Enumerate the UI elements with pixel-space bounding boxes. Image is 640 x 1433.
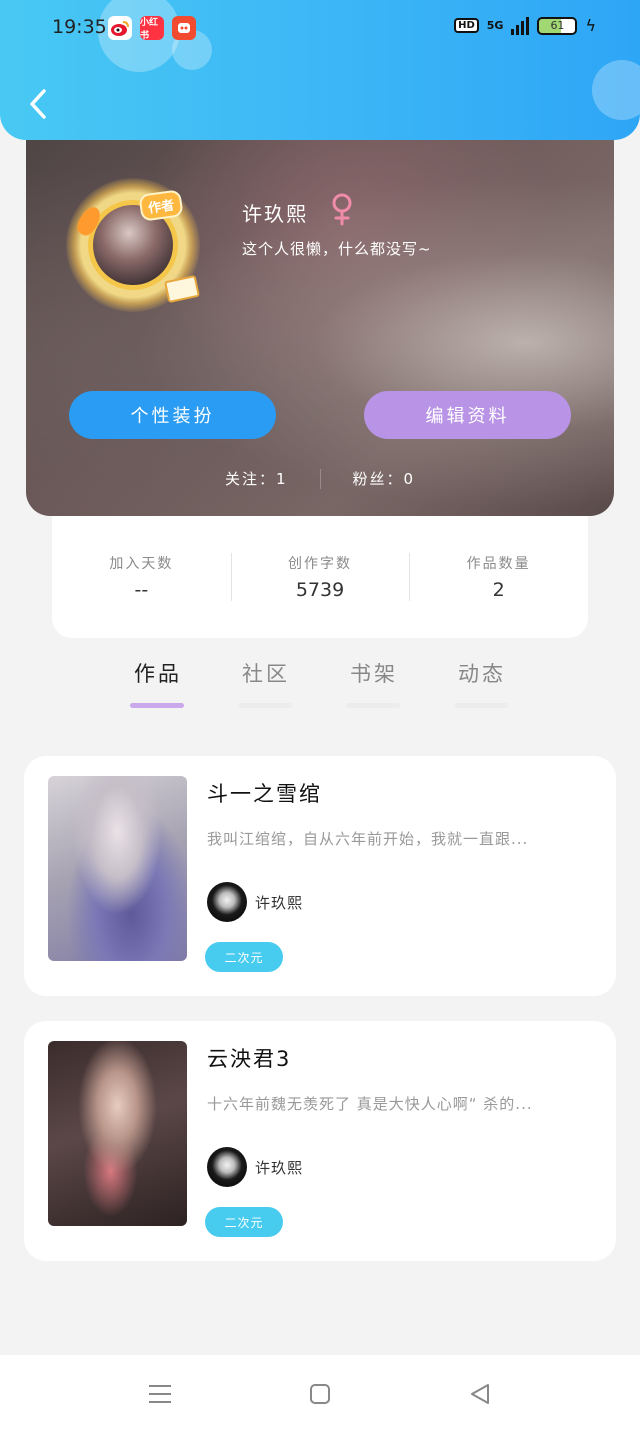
system-nav-bar xyxy=(0,1355,640,1433)
back-button[interactable] xyxy=(18,84,58,124)
tab-indicator xyxy=(346,703,400,708)
battery-level: 61 xyxy=(550,19,565,32)
work-tag: 二次元 xyxy=(205,1207,283,1237)
top-header: 19:35 小红书 HD 5G 61 ϟ xyxy=(0,0,640,140)
tab-label: 社区 xyxy=(242,662,290,686)
author-avatar xyxy=(207,882,247,922)
stat-label: 创作字数 xyxy=(288,556,352,572)
tab-works[interactable]: 作品 xyxy=(104,658,212,710)
following-count[interactable]: 关注：1 xyxy=(225,468,288,489)
decor-bubble xyxy=(592,60,640,120)
xiaohongshu-icon: 小红书 xyxy=(140,16,164,41)
menu-icon xyxy=(149,1385,171,1403)
stat-value: -- xyxy=(134,579,149,601)
tab-activity[interactable]: 动态 xyxy=(428,658,536,710)
home-square-icon xyxy=(310,1384,330,1404)
weibo-icon xyxy=(108,16,132,40)
stat-value: 2 xyxy=(492,579,505,601)
stat-works-count: 作品数量 2 xyxy=(409,553,588,601)
stat-label: 加入天数 xyxy=(109,556,174,572)
stat-word-count: 创作字数 5739 xyxy=(230,553,410,601)
pinduoduo-icon xyxy=(172,16,196,40)
user-name: 许玖熙 xyxy=(242,202,308,226)
female-icon xyxy=(332,193,352,226)
work-title: 云泱君3 xyxy=(207,1047,292,1071)
tab-label: 动态 xyxy=(458,662,506,686)
hd-badge: HD xyxy=(454,18,479,33)
content-tabs: 作品 社区 书架 动态 xyxy=(104,658,536,710)
home-button[interactable] xyxy=(240,1364,400,1424)
work-tag: 二次元 xyxy=(205,942,283,972)
network-type: 5G xyxy=(486,19,504,32)
follow-stats: 关注：1 粉丝：0 xyxy=(26,468,614,489)
personal-dress-button[interactable]: 个性装扮 xyxy=(69,391,276,439)
triangle-back-icon xyxy=(471,1384,489,1404)
work-title: 斗一之雪绾 xyxy=(207,782,322,806)
stat-join-days: 加入天数 -- xyxy=(52,553,231,601)
battery-icon: 61 xyxy=(537,16,578,35)
back-arrow-icon xyxy=(30,89,46,119)
tab-bookshelf[interactable]: 书架 xyxy=(320,658,428,710)
stat-value: 5739 xyxy=(295,579,345,601)
signal-icon xyxy=(511,16,530,35)
status-indicators: HD 5G 61 ϟ xyxy=(454,16,596,35)
edit-profile-button[interactable]: 编辑资料 xyxy=(364,391,571,439)
author-avatar xyxy=(207,1147,247,1187)
avatar-frame[interactable]: 作者 xyxy=(66,178,206,318)
tab-community[interactable]: 社区 xyxy=(212,658,320,710)
status-time: 19:35 xyxy=(52,16,107,38)
author-name: 许玖熙 xyxy=(255,894,304,912)
tab-indicator xyxy=(130,703,184,708)
system-back-button[interactable] xyxy=(400,1364,560,1424)
charging-icon: ϟ xyxy=(585,16,596,35)
work-card[interactable]: 云泱君3 十六年前魏无羡死了 真是大快人心啊“ 杀的... 许玖熙 二次元 xyxy=(24,1021,616,1261)
work-cover-image xyxy=(48,776,187,961)
work-description: 十六年前魏无羡死了 真是大快人心啊“ 杀的... xyxy=(207,1095,533,1113)
tab-label: 书架 xyxy=(350,662,398,686)
profile-hero: 作者 许玖熙 这个人很懒，什么都没写~ 个性装扮 编辑资料 关注：1 粉丝：0 xyxy=(26,130,614,516)
menu-button[interactable] xyxy=(80,1364,240,1424)
work-card[interactable]: 斗一之雪绾 我叫江绾绾，自从六年前开始，我就一直跟... 许玖熙 二次元 xyxy=(24,756,616,996)
stats-card: 加入天数 -- 创作字数 5739 作品数量 2 xyxy=(52,516,588,638)
divider xyxy=(319,468,321,489)
author-name: 许玖熙 xyxy=(255,1159,304,1177)
tab-label: 作品 xyxy=(134,662,182,686)
status-app-icons: 小红书 xyxy=(108,16,196,41)
stat-label: 作品数量 xyxy=(466,556,531,572)
tab-indicator xyxy=(238,703,292,708)
followers-count[interactable]: 粉丝：0 xyxy=(353,468,416,489)
work-cover-image xyxy=(48,1041,187,1226)
tab-indicator xyxy=(454,703,508,708)
work-description: 我叫江绾绾，自从六年前开始，我就一直跟... xyxy=(207,830,529,848)
user-bio: 这个人很懒，什么都没写~ xyxy=(242,240,432,258)
